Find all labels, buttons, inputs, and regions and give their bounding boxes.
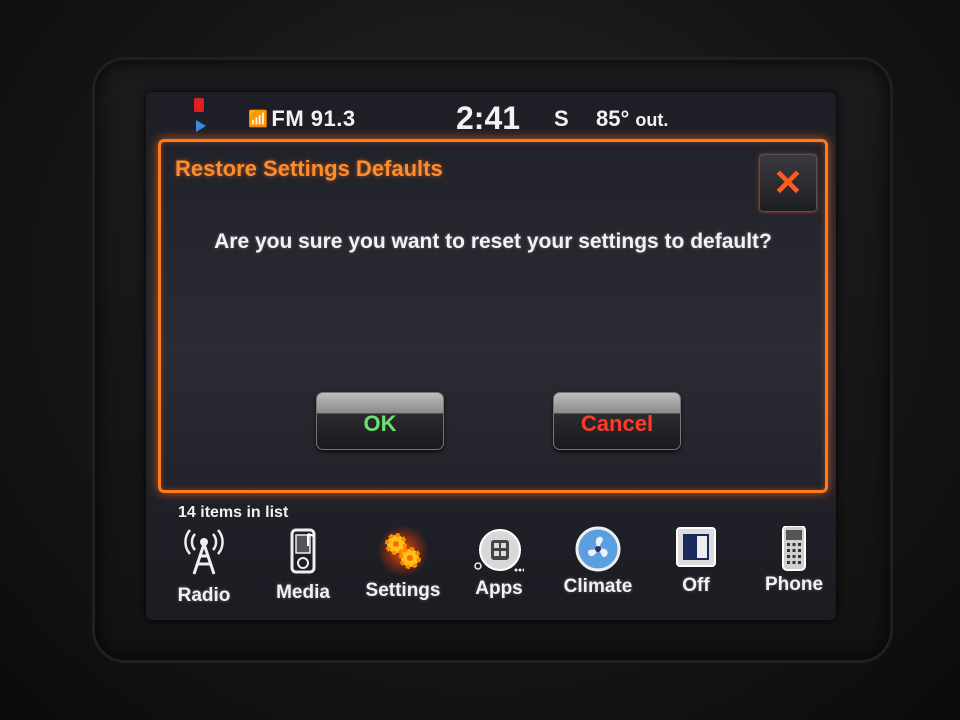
dialog-message: Are you sure you want to reset your sett… xyxy=(214,230,772,253)
cancel-button[interactable]: Cancel xyxy=(553,392,681,450)
list-item-count: 14 items in list xyxy=(178,504,289,521)
nav-item-climate[interactable]: Climate xyxy=(553,522,643,620)
radio-tower-icon xyxy=(184,529,224,575)
close-button[interactable]: ✕ xyxy=(759,154,817,212)
notification-flag-icon xyxy=(192,98,208,136)
close-icon: ✕ xyxy=(772,162,804,203)
temperature-value: 85° xyxy=(596,106,630,131)
temperature-suffix: out. xyxy=(635,110,669,130)
ok-button[interactable]: OK xyxy=(316,392,444,450)
dialog-title: Restore Settings Defaults xyxy=(175,156,443,181)
radio-status[interactable]: 📶 FM 91.3 xyxy=(248,106,356,132)
antenna-icon: 📶 xyxy=(248,111,269,128)
phone-icon xyxy=(782,526,806,571)
clock: 2:41 xyxy=(456,100,521,136)
nav-label-apps: Apps xyxy=(475,578,523,599)
nav-item-settings[interactable]: Settings xyxy=(358,522,448,620)
apps-icon xyxy=(474,529,524,572)
radio-station: FM 91.3 xyxy=(271,106,356,131)
nav-label-off: Off xyxy=(682,575,710,596)
compass-heading: S xyxy=(554,106,569,131)
screen-off-icon xyxy=(676,527,716,567)
nav-item-media[interactable]: Media xyxy=(258,522,348,620)
nav-label-media: Media xyxy=(276,582,330,603)
infotainment-screen: 📶 FM 91.3 2:41 S 85° out. Restore Settin… xyxy=(146,92,836,620)
gears-icon xyxy=(378,526,428,576)
nav-label-phone: Phone xyxy=(764,574,824,595)
nav-label-climate: Climate xyxy=(563,576,633,597)
nav-item-off[interactable]: Off xyxy=(651,522,741,620)
nav-label-settings: Settings xyxy=(365,580,441,601)
nav-item-apps[interactable]: Apps xyxy=(454,522,544,620)
nav-item-phone[interactable]: Phone xyxy=(749,522,836,620)
bottom-nav-bar: Radio Media Settings Apps Climate Off Ph… xyxy=(146,522,836,620)
climate-fan-icon xyxy=(575,526,621,572)
media-player-icon xyxy=(290,528,316,574)
nav-item-radio[interactable]: Radio xyxy=(159,522,249,620)
nav-label-radio: Radio xyxy=(177,585,231,606)
status-bar: 📶 FM 91.3 2:41 S 85° out. xyxy=(146,92,836,140)
outside-temperature: 85° out. xyxy=(596,106,668,132)
restore-defaults-dialog: Restore Settings Defaults ✕ Are you sure… xyxy=(158,139,828,493)
